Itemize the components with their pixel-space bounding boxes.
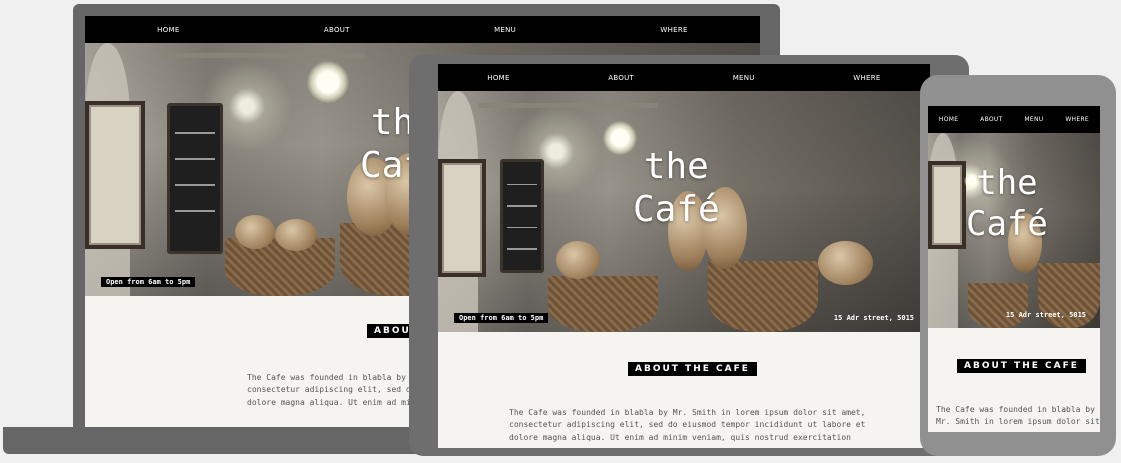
phone-nav-bar: HOME ABOUT MENU WHERE [928, 106, 1100, 133]
nav-where-link[interactable]: WHERE [1065, 116, 1089, 123]
nav-menu-link[interactable]: MENU [733, 74, 755, 82]
tablet-hours-badge: Open from 6am to 5pm [454, 313, 549, 323]
tablet-nav-bar: HOME ABOUT MENU WHERE [438, 64, 930, 91]
laptop-nav-bar: HOME ABOUT MENU WHERE [85, 16, 760, 43]
nav-where-link[interactable]: WHERE [853, 74, 880, 82]
laptop-about-text: The Cafe was founded in blabla by Mr con… [247, 373, 426, 407]
phone-screen: HOME ABOUT MENU WHERE the Café 15 Adr st… [928, 106, 1100, 432]
tablet-address-label: 15 Adr street, 5015 [833, 314, 914, 322]
phone-address-label: 15 Adr street, 5015 [1005, 311, 1086, 319]
nav-about-link[interactable]: ABOUT [324, 26, 350, 34]
nav-where-link[interactable]: WHERE [660, 26, 687, 34]
tablet-screen: HOME ABOUT MENU WHERE the Café Open from… [438, 64, 930, 448]
nav-about-link[interactable]: ABOUT [608, 74, 634, 82]
laptop-hours-badge: Open from 6am to 5pm [101, 277, 196, 287]
phone-about-text: The Cafe was founded in blabla by Mr. Sm… [936, 405, 1100, 427]
tablet-about-text: The Cafe was founded in blabla by Mr. Sm… [509, 408, 866, 442]
nav-about-link[interactable]: ABOUT [980, 116, 1002, 123]
nav-home-link[interactable]: HOME [487, 74, 509, 82]
tablet-hero-image: the Café Open from 6am to 5pm 15 Adr str… [438, 91, 930, 332]
nav-home-link[interactable]: HOME [157, 26, 179, 34]
phone-about-heading: ABOUT THE CAFE [957, 359, 1086, 373]
nav-menu-link[interactable]: MENU [1024, 116, 1043, 123]
tablet-about-heading: ABOUT THE CAFE [628, 362, 757, 376]
nav-home-link[interactable]: HOME [939, 116, 958, 123]
laptop-base [3, 427, 443, 454]
nav-menu-link[interactable]: MENU [494, 26, 516, 34]
phone-hero-image: the Café 15 Adr street, 5015 [928, 133, 1100, 328]
phone-hero-title: the Café [966, 163, 1048, 244]
tablet-hero-title: the Café [633, 146, 720, 231]
